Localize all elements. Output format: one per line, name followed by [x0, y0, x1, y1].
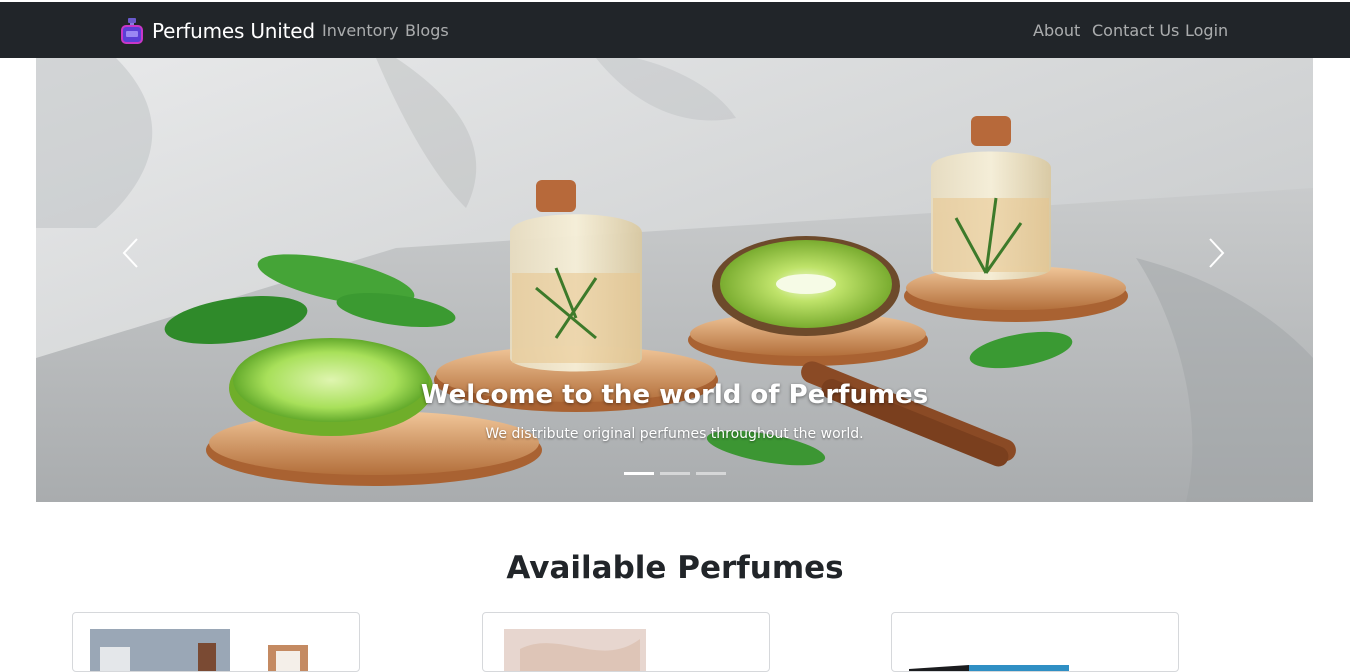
nav-link-login[interactable]: Login [1185, 21, 1228, 40]
section-heading: Available Perfumes [506, 550, 844, 586]
carousel-indicator-1[interactable] [623, 472, 654, 475]
carousel-prev-button[interactable] [101, 228, 161, 278]
carousel-next-button[interactable] [1186, 228, 1246, 278]
carousel-caption-text: We distribute original perfumes througho… [485, 426, 864, 442]
carousel-caption-title: Welcome to the world of Perfumes [420, 380, 929, 410]
nav-link-about[interactable]: About [1033, 21, 1080, 40]
chevron-right-icon [1209, 238, 1225, 268]
nav-link-contact[interactable]: Contact Us [1092, 21, 1179, 40]
product-image [90, 629, 308, 671]
chevron-left-icon [122, 238, 138, 268]
brand-link[interactable]: Perfumes United [120, 17, 315, 45]
carousel-indicator-3[interactable] [695, 472, 726, 475]
nav-link-blogs[interactable]: Blogs [405, 21, 449, 40]
carousel-indicator-2[interactable] [659, 472, 690, 475]
hero-carousel: Welcome to the world of Perfumes We dist… [36, 58, 1313, 502]
nav-link-inventory[interactable]: Inventory [322, 21, 398, 40]
product-card[interactable] [72, 612, 360, 672]
product-card[interactable] [482, 612, 770, 672]
carousel-indicators [36, 472, 1313, 475]
brand-name: Perfumes United [152, 19, 315, 43]
navbar: Perfumes United Inventory Blogs About Co… [0, 2, 1350, 58]
perfume-bottle-icon [121, 18, 143, 44]
product-image [504, 629, 646, 671]
product-card[interactable] [891, 612, 1179, 672]
product-image [909, 665, 1069, 671]
